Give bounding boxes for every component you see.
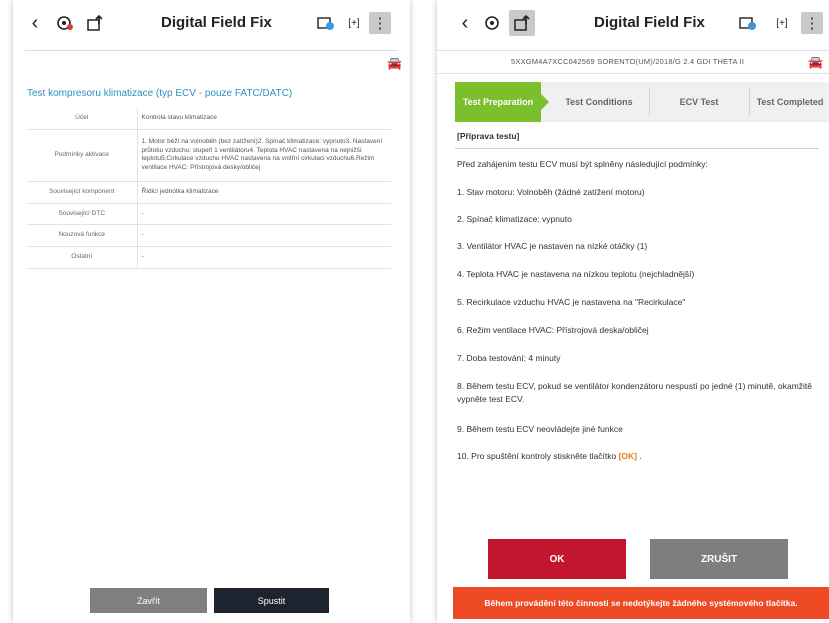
row-key: Související komponent: [27, 181, 138, 204]
list-item: 5. Recirkulace vzduchu HVAC je nastavena…: [457, 297, 686, 307]
app-bar: ‹ Digital Field Fix [+] ⋮: [437, 0, 829, 46]
right-screen: ‹ Digital Field Fix [+] ⋮ 5XXGM4A7XCC042…: [437, 0, 829, 623]
back-icon[interactable]: ‹: [23, 0, 47, 46]
table-row: Související DTC -: [27, 203, 391, 226]
ok-reference: [OK]: [618, 451, 638, 461]
list-item: 2. Spínač klimatizace: vypnuto: [457, 214, 572, 224]
section-title: [Příprava testu]: [457, 131, 520, 141]
tab-test-completed[interactable]: Test Completed: [751, 82, 829, 122]
divider: [749, 88, 750, 116]
row-key: Ostatní: [27, 246, 138, 269]
more-menu-icon[interactable]: ⋮: [369, 12, 391, 34]
table-row: Nouzová funkce -: [27, 224, 391, 248]
diagnostic-icon[interactable]: [53, 0, 77, 46]
vehicle-status-icon[interactable]: [315, 0, 337, 46]
list-item: 3. Ventilátor HVAC je nastaven na nízké …: [457, 241, 648, 251]
row-key: Nouzová funkce: [27, 224, 138, 248]
vehicle-status-icon[interactable]: [737, 0, 759, 46]
list-item: 9. Během testu ECV neovládejte jiné funk…: [457, 424, 623, 434]
upload-icon[interactable]: [509, 10, 535, 36]
back-icon[interactable]: ‹: [453, 0, 477, 46]
left-screen: ‹ Digital Field Fix [+] ⋮ 🚘 Test kompres…: [13, 0, 410, 623]
row-value: -: [137, 224, 391, 248]
close-button[interactable]: Zavřít: [90, 588, 207, 613]
list-item: 1. Stav motoru: Volnoběh (žádné zatížení…: [457, 187, 645, 197]
app-title: Digital Field Fix: [594, 14, 705, 31]
screenshot-icon[interactable]: [+]: [343, 0, 365, 46]
tab-test-conditions[interactable]: Test Conditions: [553, 82, 645, 122]
vehicle-info-bar: 5XXGM4A7XCC042569 SORENTO(UM)/2018/G 2.4…: [437, 50, 829, 74]
diagnostic-icon[interactable]: [481, 0, 505, 46]
intro-text: Před zahájením testu ECV musí být splněn…: [457, 159, 708, 169]
tab-test-preparation[interactable]: Test Preparation: [455, 82, 549, 122]
warning-banner: Během provádění této činnosti se nedotýk…: [453, 587, 829, 619]
vehicle-info: 5XXGM4A7XCC042569 SORENTO(UM)/2018/G 2.4…: [511, 57, 745, 66]
test-heading: Test kompresoru klimatizace (typ ECV - p…: [27, 88, 293, 99]
row-value: -: [137, 246, 391, 269]
screenshot-icon[interactable]: [+]: [771, 0, 793, 46]
table-row: Ostatní -: [27, 246, 391, 269]
upload-icon[interactable]: [83, 0, 107, 46]
car-icon[interactable]: 🚘: [808, 55, 823, 69]
tab-ecv-test[interactable]: ECV Test: [651, 82, 747, 122]
divider: [25, 50, 398, 51]
cancel-button[interactable]: ZRUŠIT: [650, 539, 788, 579]
app-title: Digital Field Fix: [161, 14, 272, 31]
step-tabs: Test Preparation Test Conditions ECV Tes…: [455, 82, 829, 122]
table-row: Účel Kontrola stavu klimatizace: [27, 108, 391, 130]
more-menu-icon[interactable]: ⋮: [801, 12, 823, 34]
step-suffix: .: [639, 451, 642, 461]
start-button[interactable]: Spustit: [214, 588, 329, 613]
row-key: Související DTC: [27, 203, 138, 226]
step-text: 10. Pro spuštění kontroly stiskněte tlač…: [457, 451, 617, 461]
list-item: 6. Režim ventilace HVAC: Přístrojová des…: [457, 325, 649, 335]
app-bar: ‹ Digital Field Fix [+] ⋮: [13, 0, 410, 46]
table-row: Podmínky aktivace 1. Motor běží na volnob…: [27, 129, 391, 182]
list-item: 8. Během testu ECV, pokud se ventilátor …: [457, 381, 813, 405]
row-value: Kontrola stavu klimatizace: [137, 108, 391, 130]
row-value: Řídicí jednotka klimatizace: [137, 181, 391, 204]
list-item: 7. Doba testování: 4 minuty: [457, 353, 561, 363]
row-key: Účel: [27, 108, 138, 130]
car-icon[interactable]: 🚘: [387, 56, 402, 70]
divider: [649, 88, 650, 116]
ok-button[interactable]: OK: [488, 539, 626, 579]
row-value: -: [137, 203, 391, 226]
row-key: Podmínky aktivace: [27, 129, 138, 182]
row-value: 1. Motor běží na volnoběh (bez zatížení)…: [137, 129, 391, 182]
info-table: Účel Kontrola stavu klimatizace Podmínky a…: [27, 108, 391, 269]
list-item: 4. Teplota HVAC je nastavena na nízkou t…: [457, 269, 695, 279]
table-row: Související komponent Řídicí jednotka kli…: [27, 181, 391, 204]
divider: [455, 148, 819, 149]
list-item: 10. Pro spuštění kontroly stiskněte tlač…: [457, 450, 817, 463]
